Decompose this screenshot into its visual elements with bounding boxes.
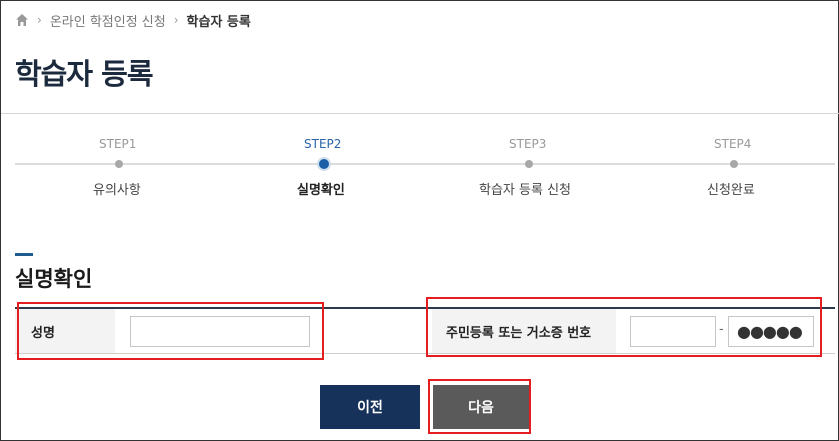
step1-dot — [115, 160, 123, 168]
step4-number: STEP4 — [714, 137, 752, 151]
rrn-back-input[interactable]: ●●●●● — [728, 316, 814, 347]
next-button[interactable]: 다음 — [433, 385, 529, 429]
step2-number: STEP2 — [304, 137, 342, 151]
step4-label: 신청완료 — [707, 183, 755, 198]
rrn-back-masked-value: ●●●●● — [737, 322, 803, 341]
name-label: 성명 — [15, 309, 115, 353]
breadcrumb-item-online-credit[interactable]: 온라인 학점인정 신청 — [50, 11, 166, 30]
step3-label: 학습자 등록 신청 — [479, 183, 571, 198]
step3-number: STEP3 — [509, 137, 547, 151]
form-table-top-border — [15, 307, 835, 309]
step2-dot — [319, 159, 329, 169]
prev-button[interactable]: 이전 — [320, 385, 420, 429]
breadcrumb: › 온라인 학점인정 신청 › 학습자 등록 — [15, 10, 251, 30]
page-title: 학습자 등록 — [15, 57, 153, 91]
rrn-label-text: 주민등록 또는 거소증 번호 — [446, 325, 592, 341]
section-title: 실명확인 — [15, 267, 93, 291]
home-icon[interactable] — [15, 13, 29, 27]
step2-label: 실명확인 — [297, 183, 345, 198]
steps-progress-line — [15, 163, 835, 165]
rrn-front-input[interactable] — [630, 316, 716, 347]
title-divider — [1, 113, 839, 114]
form-table-bottom-border — [15, 353, 835, 354]
chevron-right-icon: › — [173, 13, 179, 27]
step4-dot — [730, 160, 738, 168]
step1-number: STEP1 — [99, 137, 137, 151]
step1-label: 유의사항 — [93, 183, 141, 198]
name-input[interactable] — [130, 316, 310, 347]
name-label-text: 성명 — [31, 325, 55, 341]
section-accent-bar — [15, 253, 33, 256]
step3-dot — [525, 160, 533, 168]
breadcrumb-item-current: 학습자 등록 — [186, 14, 251, 30]
rrn-label: 주민등록 또는 거소증 번호 — [432, 309, 616, 353]
chevron-right-icon: › — [37, 13, 42, 27]
rrn-separator: - — [719, 322, 724, 337]
